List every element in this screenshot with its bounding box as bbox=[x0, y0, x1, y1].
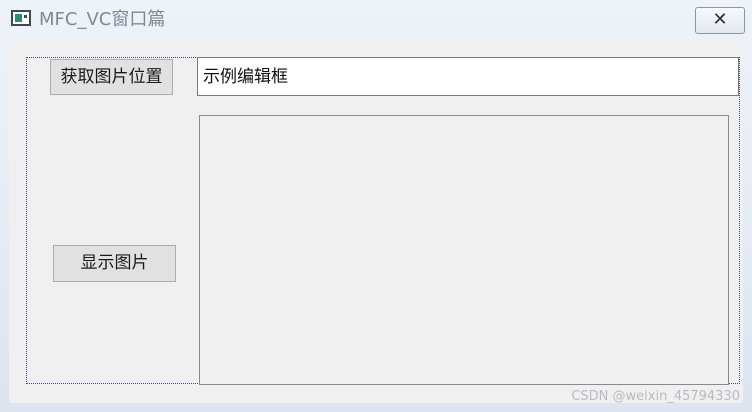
get-image-location-button[interactable]: 获取图片位置 bbox=[50, 59, 173, 95]
title-bar[interactable]: MFC_VC窗口篇 ✕ bbox=[0, 0, 752, 38]
close-button[interactable]: ✕ bbox=[695, 7, 745, 34]
picture-control bbox=[199, 115, 729, 385]
window-title: MFC_VC窗口篇 bbox=[39, 9, 166, 30]
close-icon: ✕ bbox=[712, 9, 728, 30]
watermark: CSDN @weixin_45794330 bbox=[571, 389, 740, 404]
show-image-button[interactable]: 显示图片 bbox=[53, 245, 176, 282]
example-edit-box[interactable]: 示例编辑框 bbox=[197, 57, 739, 96]
dialog-client-area: 获取图片位置 示例编辑框 显示图片 bbox=[9, 39, 743, 403]
app-window: MFC_VC窗口篇 ✕ 获取图片位置 示例编辑框 显示图片 CSDN @weix… bbox=[0, 0, 752, 412]
app-window-icon bbox=[11, 10, 31, 26]
